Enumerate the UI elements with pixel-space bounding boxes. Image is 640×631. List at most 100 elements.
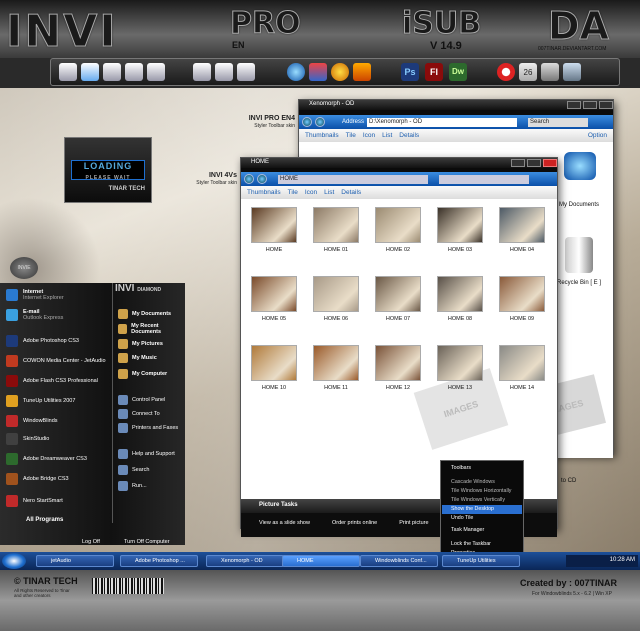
start-menu-item[interactable]: Internet Internet Explorer [6,289,64,301]
thumbnail-image[interactable] [251,345,297,381]
start-menu-item[interactable]: WindowBlinds [6,415,58,427]
minimize-button[interactable] [567,101,581,109]
thumbnail-image[interactable] [437,276,483,312]
context-menu-item[interactable]: Toolbars [451,465,471,471]
close-button[interactable] [543,159,557,167]
start-menu-place[interactable]: Search [118,465,149,475]
start-menu-place[interactable]: Printers and Faxes [118,423,178,433]
thumbnail-image[interactable] [375,345,421,381]
thumbnail-item[interactable]: HOME 09 [497,276,547,322]
ie-icon[interactable] [287,63,305,81]
start-menu-item[interactable]: Adobe Photoshop CS3 [6,335,79,347]
start-menu-item[interactable]: Adobe Flash CS3 Professional [6,375,98,387]
forward-button[interactable] [257,174,267,184]
folder-icon[interactable] [193,63,211,81]
maximize-button[interactable] [583,101,597,109]
context-menu-item[interactable]: Tile Windows Horizontally [451,488,511,494]
forward-button[interactable] [315,117,325,127]
taskbar-button[interactable]: Xenomorph - OD [206,555,284,567]
thumbnail-image[interactable] [375,276,421,312]
view-icon[interactable]: Icon [305,189,317,196]
thumbnail-item[interactable]: HOME 08 [435,276,485,322]
aim-icon[interactable] [353,63,371,81]
my-documents-icon[interactable] [564,152,596,180]
view-tile[interactable]: Tile [288,189,298,196]
logoff-button[interactable]: Log Off [82,539,100,545]
thumbnail-image[interactable] [313,207,359,243]
option-button[interactable]: Option [588,132,607,139]
context-menu-item[interactable]: Undo Tile [451,515,473,521]
view-list[interactable]: List [382,132,392,139]
system-tray-clock[interactable]: 10:28 AM [566,555,638,567]
thumbnail-item[interactable]: HOME 06 [311,276,361,322]
thumbnail-item[interactable]: HOME 05 [249,276,299,322]
taskbar-button[interactable]: TuneUp Utilities [442,555,520,567]
back-button[interactable] [244,174,254,184]
thumbnail-item[interactable]: HOME 12 [373,345,423,391]
start-menu-place[interactable]: Connect To [118,409,160,419]
start-menu-place[interactable]: My Music [118,353,157,363]
thumbnail-item[interactable]: HOME 10 [249,345,299,391]
start-menu-place[interactable]: Run... [118,481,147,491]
drive-icon[interactable] [125,63,143,81]
database-icon[interactable] [563,63,581,81]
thumbnail-image[interactable] [499,276,545,312]
view-tile[interactable]: Tile [346,132,356,139]
folder-icon[interactable] [237,63,255,81]
view-list[interactable]: List [324,189,334,196]
start-menu-item[interactable]: COWON Media Center - JetAudio [6,355,106,367]
thumbnail-image[interactable] [313,345,359,381]
search-icon[interactable] [147,63,165,81]
thumbnail-item[interactable]: HOME 13 [435,345,485,391]
recycle-bin-icon[interactable] [565,237,593,273]
photoshop-icon[interactable]: Ps [401,63,419,81]
thumbnail-image[interactable] [313,276,359,312]
view-details[interactable]: Details [399,132,419,139]
folder-icon[interactable] [59,63,77,81]
start-menu-item[interactable]: TuneUp Utilities 2007 [6,395,75,407]
flash-icon[interactable]: Fl [425,63,443,81]
thumbnail-item[interactable]: HOME 03 [435,207,485,253]
address-input[interactable]: D:\Xenomorph - OD [367,117,518,127]
thumbnail-image[interactable] [251,207,297,243]
all-programs-button[interactable]: All Programs [26,517,63,523]
turnoff-button[interactable]: Turn Off Computer [124,539,170,545]
folder-icon[interactable] [103,63,121,81]
view-thumbnails[interactable]: Thumbnails [247,189,281,196]
taskbar-button[interactable]: HOME [282,555,360,567]
help-lifebuoy-icon[interactable] [497,63,515,81]
thumbnail-image[interactable] [499,345,545,381]
system-icon[interactable] [541,63,559,81]
start-menu-place[interactable]: My Pictures [118,339,163,349]
context-menu-item[interactable]: Show the Desktop [451,506,494,512]
context-menu-item[interactable]: Lock the Taskbar [451,541,491,547]
thumbnail-image[interactable] [437,345,483,381]
print-picture-link[interactable]: Print picture [399,520,428,530]
thumbnail-item[interactable]: HOME 04 [497,207,547,253]
close-button[interactable] [599,101,613,109]
start-menu-item[interactable]: Nero StartSmart [6,495,63,507]
taskbar-button[interactable]: Adobe Photoshop ... [120,555,198,567]
start-menu-place[interactable]: Help and Support [118,449,175,459]
thumbnail-image[interactable] [499,207,545,243]
address-input[interactable]: HOME [278,174,428,184]
folder-icon[interactable] [215,63,233,81]
start-orb-button[interactable] [2,553,26,569]
slideshow-link[interactable]: View as a slide show [259,520,310,530]
network-icon[interactable] [81,63,99,81]
taskbar-button[interactable]: Windowblinds Conf... [360,555,438,567]
context-menu-item[interactable]: Tile Windows Vertically [451,497,505,503]
start-menu-item[interactable]: E-mail Outlook Express [6,309,63,321]
back-button[interactable] [302,117,312,127]
calendar-icon[interactable]: 26 [519,63,537,81]
thumbnail-item[interactable]: HOME 11 [311,345,361,391]
thumbnail-image[interactable] [437,207,483,243]
view-details[interactable]: Details [341,189,361,196]
start-menu-item[interactable]: Adobe Dreamweaver CS3 [6,453,87,465]
thumbnail-image[interactable] [375,207,421,243]
start-menu-place[interactable]: Control Panel [118,395,165,405]
minimize-button[interactable] [511,159,525,167]
maximize-button[interactable] [527,159,541,167]
view-icon[interactable]: Icon [363,132,375,139]
start-menu-place[interactable]: My Recent Documents [118,323,185,335]
